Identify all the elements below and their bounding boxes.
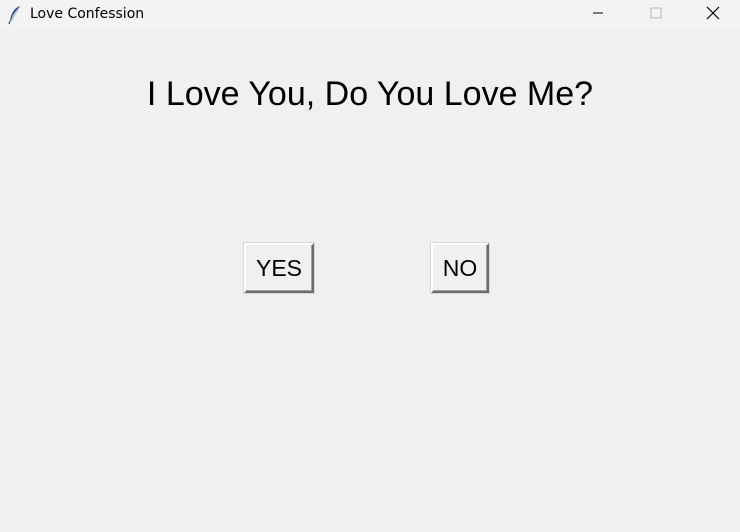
question-label: I Love You, Do You Love Me? — [146, 75, 594, 113]
minimize-icon — [592, 6, 604, 24]
feather-icon — [8, 5, 22, 25]
close-button[interactable] — [685, 0, 740, 30]
window-title: Love Confession — [30, 6, 145, 22]
title-bar[interactable]: Love Confession — [0, 0, 740, 30]
maximize-button[interactable] — [627, 0, 685, 30]
app-window: Love Confession I Love You, Do You Love … — [0, 0, 740, 532]
yes-button[interactable]: YES — [244, 243, 314, 293]
maximize-icon — [650, 6, 662, 24]
no-button[interactable]: NO — [431, 243, 489, 293]
minimize-button[interactable] — [569, 0, 627, 30]
close-icon — [706, 6, 720, 25]
